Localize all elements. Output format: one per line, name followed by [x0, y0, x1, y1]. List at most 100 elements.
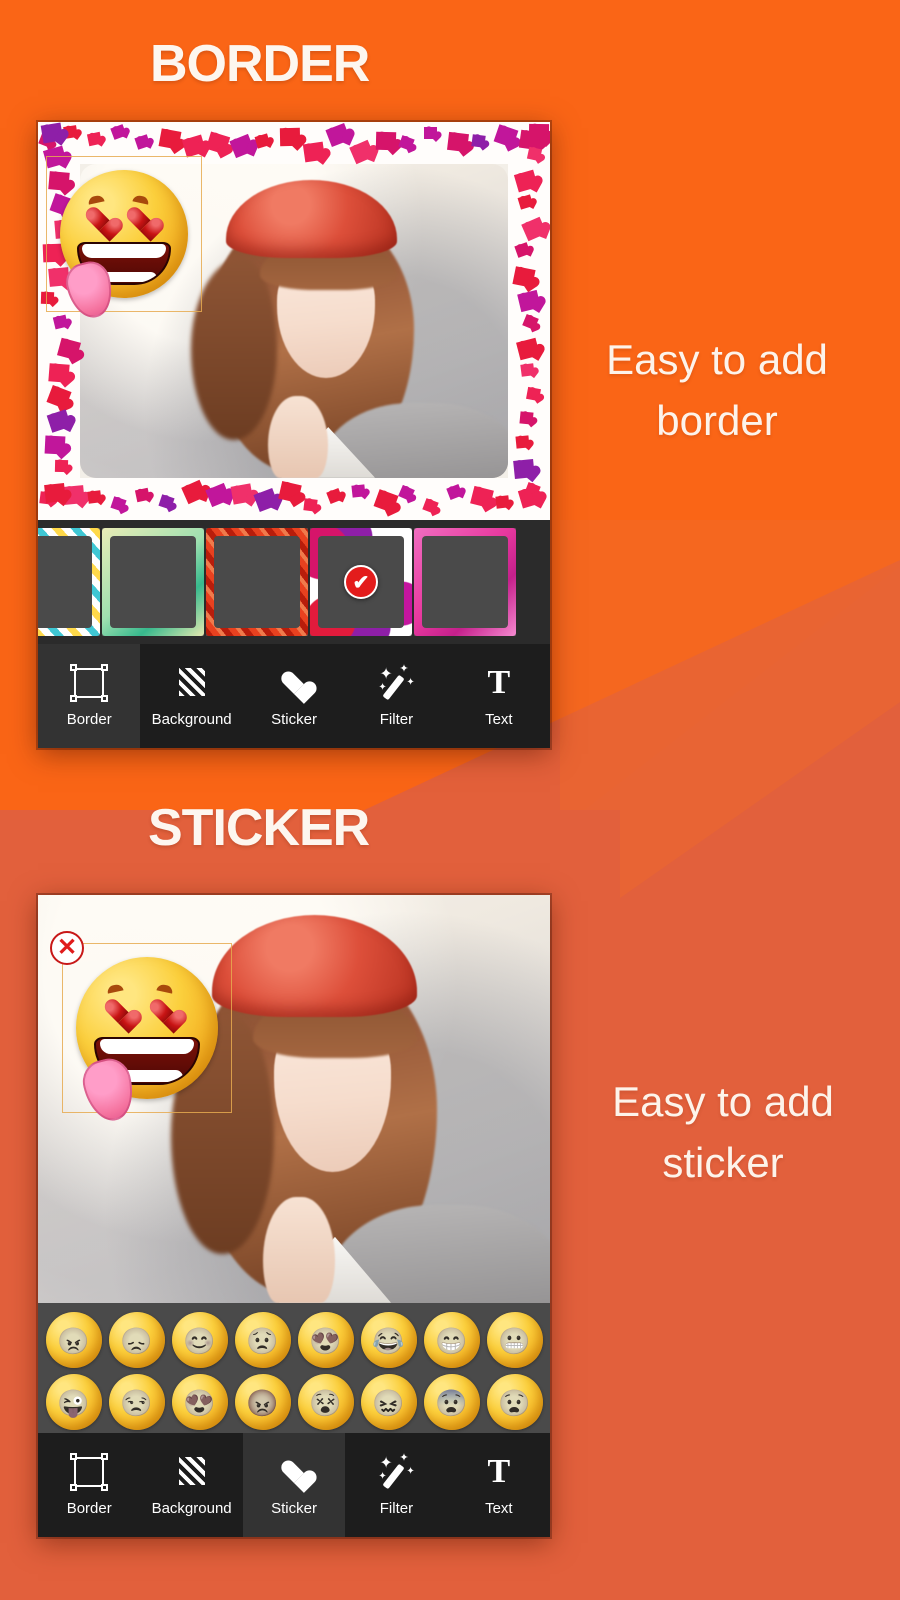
palette-frustrated-emoji[interactable]: 😖	[360, 1374, 417, 1430]
border-thumbnail-stripe-yellow-teal-frame[interactable]	[38, 528, 100, 636]
border-thumbnail-inner	[422, 536, 508, 628]
editor-toolbar-border[interactable]: Border Background Sticker ✦ ✦ ✦ ✦ Filter T Text	[38, 644, 550, 748]
sticker-heart-eyes-tongue-emoji[interactable]	[46, 156, 202, 323]
emoji-palette-row-1: 😠 😞 😊 😟 😍 😂 😁 😬	[42, 1309, 546, 1371]
toolbar-item-background[interactable]: Background	[140, 1433, 242, 1537]
palette-emoji-glyph: 😧	[498, 1388, 531, 1418]
emoji-heart-eye-right	[148, 1000, 178, 1027]
palette-angry-squint-emoji[interactable]: 😠	[45, 1312, 102, 1368]
palette-emoji-glyph: 😒	[120, 1388, 153, 1418]
border-thumbnail-strip[interactable]: ✔	[38, 520, 550, 644]
palette-emoji-glyph: 😂	[372, 1326, 405, 1356]
palette-laughing-tongue-emoji[interactable]: 😜	[45, 1374, 102, 1430]
selected-check-icon: ✔	[344, 565, 378, 599]
border-thumbnail-red-candy-stripe-frame[interactable]	[206, 528, 308, 636]
page-title-sticker: STICKER	[148, 799, 370, 857]
palette-smirk-teeth-emoji[interactable]: 😬	[486, 1312, 543, 1368]
border-thumbnail-inner	[214, 536, 300, 628]
palette-very-angry-emoji[interactable]: 😡	[234, 1374, 291, 1430]
magic-wand-icon: ✦ ✦ ✦ ✦	[377, 664, 415, 702]
palette-emoji-glyph: 😵	[309, 1388, 342, 1418]
toolbar-item-border[interactable]: Border	[38, 644, 141, 748]
toolbar-item-label: Border	[66, 711, 112, 728]
border-thumbnail-pink-gradient-frame[interactable]	[414, 528, 516, 636]
toolbar-item-label: Sticker	[271, 1500, 317, 1517]
toolbar-item-label: Text	[485, 711, 513, 728]
photo-hand	[268, 396, 329, 478]
editor-toolbar-sticker[interactable]: Border Background Sticker ✦ ✦ ✦ ✦ Filter T Text	[38, 1433, 550, 1537]
tagline-border-line1: Easy to add	[606, 336, 828, 383]
photo-hand	[263, 1196, 335, 1303]
photo-red-beret	[225, 179, 397, 259]
border-thumbnail-inner	[38, 536, 92, 628]
palette-emoji-glyph: 😍	[309, 1326, 342, 1356]
sticker-emoji-palette[interactable]: 😠 😞 😊 😟 😍 😂 😁 😬 😜 😒 😍 😡 😵 😖 😨 😧	[38, 1303, 550, 1433]
photo-canvas-border[interactable]	[38, 122, 550, 520]
border-thumbnail-green-gradient-frame[interactable]	[102, 528, 204, 636]
toolbar-item-filter[interactable]: ✦ ✦ ✦ ✦ Filter	[345, 1433, 447, 1537]
promo-screenshot: BORDER Easy to add border ✔ Border Backg…	[0, 0, 900, 1600]
palette-emoji-glyph: 😊	[183, 1326, 216, 1356]
hatch-square-icon	[173, 664, 211, 702]
emoji-heart-eye-left	[103, 1000, 133, 1027]
palette-in-love-emoji[interactable]: 😍	[171, 1374, 228, 1430]
toolbar-item-text[interactable]: T Text	[448, 644, 550, 748]
border-frame-icon	[70, 1453, 109, 1491]
palette-emoji-glyph: 😍	[183, 1388, 216, 1418]
toolbar-item-border[interactable]: Border	[38, 1433, 140, 1537]
toolbar-item-label: Filter	[379, 711, 414, 728]
heart-icon	[275, 664, 313, 702]
palette-emoji-glyph: 😡	[246, 1388, 279, 1418]
emoji-upper-teeth	[100, 1038, 194, 1055]
tagline-sticker-line1: Easy to add	[612, 1078, 834, 1125]
text-t-icon: T	[487, 664, 511, 701]
palette-emoji-glyph: 😨	[435, 1388, 468, 1418]
palette-worried-frown-emoji[interactable]: 😟	[234, 1312, 291, 1368]
border-thumbnail-heart-confetti-frame[interactable]: ✔	[310, 528, 412, 636]
palette-heart-eyes-tongue-emoji[interactable]: 😍	[297, 1312, 354, 1368]
tagline-sticker-line2: sticker	[662, 1138, 784, 1186]
tagline-border: Easy to add border	[552, 330, 882, 452]
tagline-sticker: Easy to add sticker	[558, 1072, 888, 1194]
toolbar-item-sticker[interactable]: Sticker	[243, 644, 345, 748]
toolbar-item-label: Text	[485, 1500, 513, 1517]
emoji-heart-eye-right	[125, 208, 155, 235]
border-thumbnail-inner	[110, 536, 196, 628]
photo-canvas-sticker[interactable]: ✕	[38, 895, 550, 1303]
palette-dizzy-spiral-emoji[interactable]: 😵	[297, 1374, 354, 1430]
toolbar-item-label: Background	[151, 1500, 232, 1517]
palette-blush-shy-emoji[interactable]: 😊	[171, 1312, 228, 1368]
palette-shocked-eyes-emoji[interactable]: 😨	[423, 1374, 480, 1430]
tagline-border-line2: border	[656, 396, 778, 444]
heart-icon	[275, 1453, 313, 1491]
photo-hair-side	[191, 258, 277, 441]
sticker-heart-eyes-tongue-emoji[interactable]: ✕	[50, 931, 232, 1127]
photo-red-beret	[212, 915, 417, 1018]
app-screen-sticker: ✕ 😠 😞 😊 😟 😍 😂 😁 😬 😜 😒 😍 😡 😵 😖 😨 😧 Border Background Stick…	[38, 895, 550, 1537]
page-title-border: BORDER	[150, 35, 370, 93]
toolbar-item-filter[interactable]: ✦ ✦ ✦ ✦ Filter	[345, 644, 447, 748]
hatch-square-icon	[173, 1453, 211, 1491]
palette-sad-tired-emoji[interactable]: 😞	[108, 1312, 165, 1368]
app-screen-border: ✔ Border Background Sticker ✦ ✦ ✦ ✦ Filter T Text	[38, 122, 550, 748]
palette-emoji-glyph: 😬	[498, 1326, 531, 1356]
sticker-close-icon[interactable]: ✕	[50, 931, 84, 965]
toolbar-item-sticker[interactable]: Sticker	[242, 1433, 346, 1537]
palette-emoji-glyph: 😟	[246, 1326, 279, 1356]
emoji-upper-teeth	[82, 243, 166, 258]
palette-big-grin-emoji[interactable]: 😁	[423, 1312, 480, 1368]
toolbar-item-text[interactable]: T Text	[448, 1433, 550, 1537]
emoji-heart-eye-left	[84, 208, 114, 235]
toolbar-item-label: Sticker	[271, 711, 317, 728]
palette-emoji-glyph: 😖	[372, 1388, 405, 1418]
palette-nervous-worried-emoji[interactable]: 😧	[486, 1374, 543, 1430]
magic-wand-icon: ✦ ✦ ✦ ✦	[377, 1453, 415, 1491]
emoji-palette-row-2: 😜 😒 😍 😡 😵 😖 😨 😧	[42, 1371, 546, 1433]
palette-sleepy-bored-emoji[interactable]: 😒	[108, 1374, 165, 1430]
palette-emoji-glyph: 😠	[57, 1326, 90, 1356]
toolbar-item-label: Border	[66, 1500, 112, 1517]
palette-emoji-glyph: 😜	[57, 1388, 90, 1418]
palette-crying-laugh-emoji[interactable]: 😂	[360, 1312, 417, 1368]
toolbar-item-background[interactable]: Background	[140, 644, 242, 748]
border-frame-icon	[70, 664, 109, 702]
